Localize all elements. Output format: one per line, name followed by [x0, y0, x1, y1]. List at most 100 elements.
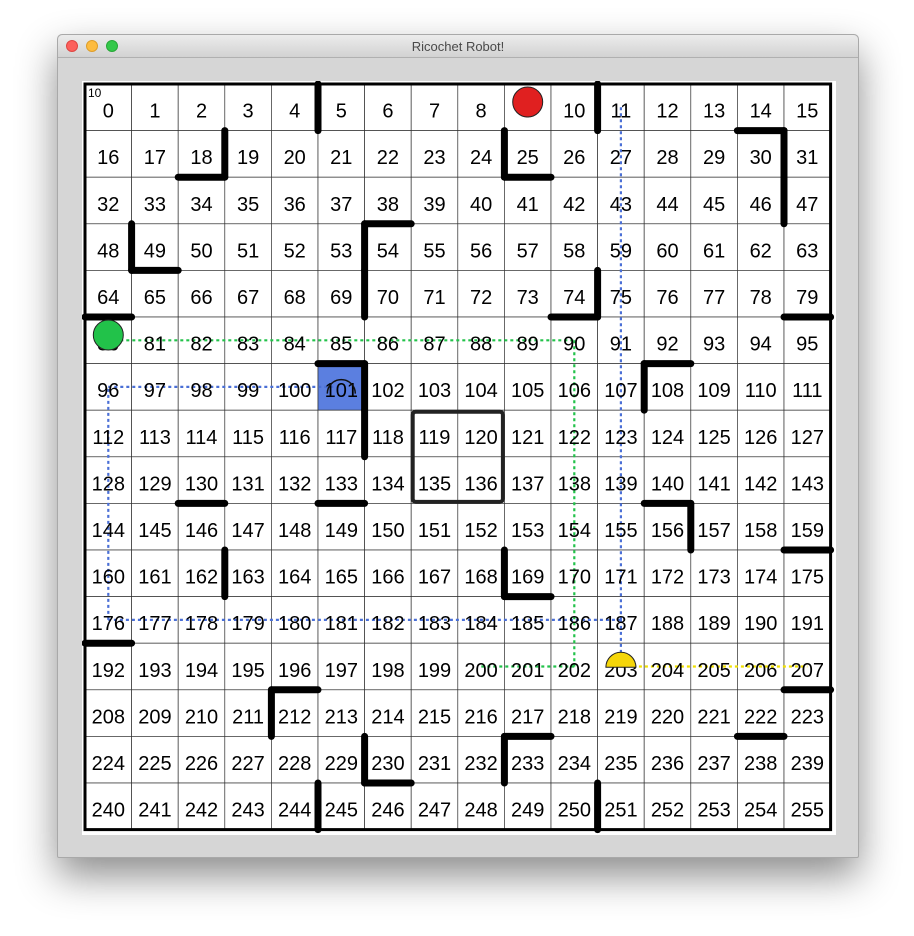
cell-number: 20 [284, 147, 306, 169]
cell-number: 220 [651, 706, 684, 728]
cell-number: 33 [144, 194, 166, 216]
cell-number: 213 [325, 706, 358, 728]
cell-number: 168 [464, 567, 497, 589]
cell-number: 73 [517, 287, 539, 309]
cell-number: 237 [697, 753, 730, 775]
cell-number: 69 [330, 287, 352, 309]
cell-number: 101 [325, 380, 358, 402]
cell-number: 187 [604, 613, 637, 635]
game-board[interactable]: 0123456789101112131415161718192021222324… [82, 81, 836, 835]
cell-number: 4 [289, 101, 300, 123]
cell-number: 162 [185, 567, 218, 589]
cell-number: 248 [464, 800, 497, 822]
cell-number: 92 [656, 334, 678, 356]
cell-number: 72 [470, 287, 492, 309]
cell-number: 195 [231, 660, 264, 682]
cell-number: 170 [558, 567, 591, 589]
cell-number: 246 [371, 800, 404, 822]
cell-number: 207 [791, 660, 824, 682]
cell-number: 185 [511, 613, 544, 635]
cell-number: 145 [138, 520, 171, 542]
cell-number: 16 [97, 147, 119, 169]
cell-number: 183 [418, 613, 451, 635]
title-bar[interactable]: Ricochet Robot! [58, 35, 858, 58]
cell-number: 143 [791, 473, 824, 495]
cell-number: 64 [97, 287, 119, 309]
cell-number: 28 [656, 147, 678, 169]
red-robot[interactable] [512, 86, 544, 118]
cell-number: 230 [371, 753, 404, 775]
cell-number: 41 [517, 194, 539, 216]
cell-number: 141 [697, 473, 730, 495]
cell-number: 163 [231, 567, 264, 589]
cell-number: 255 [791, 800, 824, 822]
cell-number: 25 [517, 147, 539, 169]
cell-number: 193 [138, 660, 171, 682]
cell-number: 127 [791, 427, 824, 449]
cell-number: 200 [464, 660, 497, 682]
cell-number: 177 [138, 613, 171, 635]
cell-number: 31 [796, 147, 818, 169]
cell-number: 8 [476, 101, 487, 123]
cell-number: 161 [138, 567, 171, 589]
cell-number: 147 [231, 520, 264, 542]
cell-number: 216 [464, 706, 497, 728]
cell-number: 181 [325, 613, 358, 635]
cell-number: 136 [464, 473, 497, 495]
cell-number: 209 [138, 706, 171, 728]
cell-number: 238 [744, 753, 777, 775]
cell-number: 144 [92, 520, 125, 542]
cell-number: 22 [377, 147, 399, 169]
cell-number: 0 [103, 101, 114, 123]
cell-number: 140 [651, 473, 684, 495]
cell-number: 130 [185, 473, 218, 495]
cell-number: 197 [325, 660, 358, 682]
cell-number: 153 [511, 520, 544, 542]
cell-number: 14 [750, 101, 772, 123]
cell-number: 62 [750, 240, 772, 262]
cell-number: 165 [325, 567, 358, 589]
cell-number: 139 [604, 473, 637, 495]
cell-number: 53 [330, 240, 352, 262]
cell-number: 208 [92, 706, 125, 728]
cell-number: 224 [92, 753, 125, 775]
cell-number: 59 [610, 240, 632, 262]
cell-number: 167 [418, 567, 451, 589]
cell-number: 150 [371, 520, 404, 542]
cell-number: 21 [330, 147, 352, 169]
cell-number: 191 [791, 613, 824, 635]
cell-number: 81 [144, 334, 166, 356]
cell-number: 188 [651, 613, 684, 635]
cell-number: 173 [697, 567, 730, 589]
cell-number: 204 [651, 660, 684, 682]
cell-number: 119 [419, 427, 451, 449]
cell-number: 131 [231, 473, 264, 495]
cell-number: 232 [464, 753, 497, 775]
cell-number: 211 [232, 706, 264, 728]
cell-number: 114 [186, 427, 218, 449]
cell-number: 190 [744, 613, 777, 635]
cell-number: 166 [371, 567, 404, 589]
cell-number: 126 [744, 427, 777, 449]
cell-number: 129 [138, 473, 171, 495]
cell-number: 245 [325, 800, 358, 822]
cell-number: 182 [371, 613, 404, 635]
cell-number: 171 [604, 567, 637, 589]
green-robot[interactable] [92, 319, 124, 351]
cell-number: 76 [656, 287, 678, 309]
cell-number: 178 [185, 613, 218, 635]
cell-number: 148 [278, 520, 311, 542]
cell-number: 91 [610, 334, 632, 356]
cell-number: 84 [284, 334, 306, 356]
cell-number: 45 [703, 194, 725, 216]
cell-number: 117 [325, 427, 357, 449]
cell-number: 93 [703, 334, 725, 356]
cell-number: 194 [185, 660, 218, 682]
cell-number: 61 [703, 240, 725, 262]
cell-number: 90 [563, 334, 585, 356]
cell-number: 253 [697, 800, 730, 822]
cell-number: 225 [138, 753, 171, 775]
cell-number: 42 [563, 194, 585, 216]
cell-number: 196 [278, 660, 311, 682]
board-area: 0123456789101112131415161718192021222324… [82, 81, 836, 835]
